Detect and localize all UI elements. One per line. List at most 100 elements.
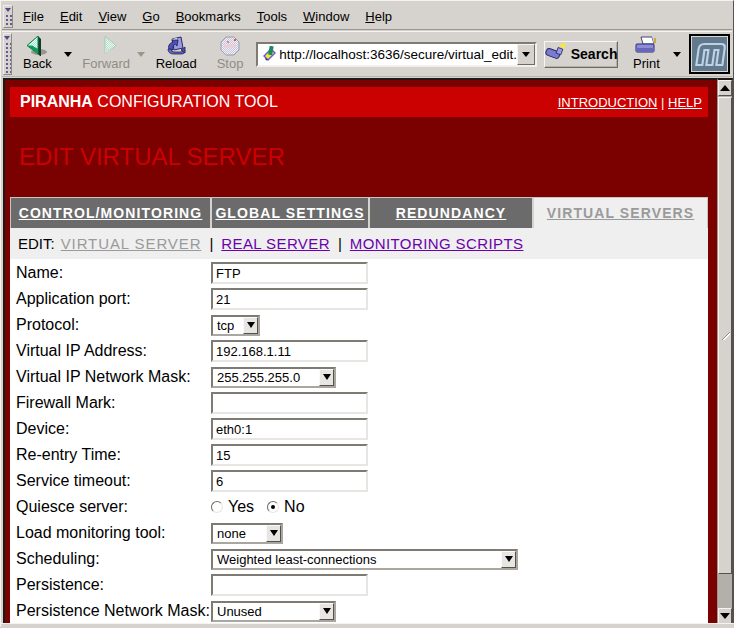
radio-group-quiesce-server: Yes No [211,498,318,516]
label-persistence-network-mask: Persistence Network Mask: [16,602,211,620]
subnav-link-monitoring-scripts[interactable]: MONITORING SCRIPTS [350,235,524,252]
mozilla-logo-button[interactable] [689,34,730,74]
tab-redundancy[interactable]: REDUNDANCY [370,198,534,228]
menubar-grip-handle[interactable] [3,5,13,28]
radio-circle-yes[interactable] [211,501,223,513]
menu-view[interactable]: View [90,5,134,28]
label-persistence: Persistence: [16,576,211,594]
label-device: Device: [16,420,211,438]
back-button[interactable]: Back [17,33,57,75]
select-scheduling[interactable]: Weighted least-connections [211,549,518,570]
stop-icon [220,36,240,56]
url-bar[interactable]: http://localhost:3636/secure/virtual_edi… [256,42,537,67]
select-arrow-load-monitoring-tool[interactable] [266,525,281,542]
label-virtual-ip-address: Virtual IP Address: [16,342,211,360]
select-arrow-persistence-network-mask[interactable] [319,603,334,620]
menu-edit[interactable]: Edit [52,5,90,28]
scroll-up-button[interactable] [718,80,732,96]
toolbar-grip-handle[interactable] [3,33,12,75]
search-icon [545,43,569,65]
form-row-re-entry-time: Re-entry Time:15 [16,442,708,468]
menu-go[interactable]: Go [134,5,167,28]
form-row-virtual-ip-network-mask: Virtual IP Network Mask:255.255.255.0 [16,364,708,390]
select-arrow-protocol[interactable] [243,317,258,334]
forward-button[interactable]: Forward [80,33,133,75]
radio-label-yes: Yes [228,498,254,516]
select-value-load-monitoring-tool: none [213,525,266,542]
radio-quiesce-server-yes[interactable]: Yes [211,498,254,516]
label-firewall-mark: Firewall Mark: [16,394,211,412]
bookmark-icon [258,46,279,62]
label-application-port: Application port: [16,290,211,308]
navigation-toolbar: Back Forward [2,31,732,77]
input-persistence[interactable] [211,574,368,596]
form-row-firewall-mark: Firewall Mark: [16,390,708,416]
select-virtual-ip-network-mask[interactable]: 255.255.255.0 [211,367,336,388]
page-banner: EDIT VIRTUAL SERVER [10,117,708,197]
select-value-scheduling: Weighted least-connections [213,551,501,568]
back-dropdown-arrow[interactable] [64,52,72,57]
select-value-protocol: tcp [213,317,243,334]
virtual-server-form: Name:FTPApplication port:21Protocol:tcpV… [10,259,708,623]
tab-control-monitoring[interactable]: CONTROL/MONITORING [11,198,212,228]
label-scheduling: Scheduling: [16,550,211,568]
label-service-timeout: Service timeout: [16,472,211,490]
menu-tools[interactable]: Tools [249,5,295,28]
print-dropdown-arrow[interactable] [673,52,681,57]
form-row-protocol: Protocol:tcp [16,312,708,338]
subnav-current-virtual-server: VIRTUAL SERVER [61,235,202,252]
menu-window[interactable]: Window [295,5,357,28]
vertical-scrollbar[interactable] [717,78,733,624]
subnav-link-real-server[interactable]: REAL SERVER [221,235,330,252]
select-load-monitoring-tool[interactable]: none [211,523,283,544]
stop-button-label: Stop [217,57,244,71]
page-viewport: PIRANHA CONFIGURATION TOOL INTRODUCTION … [3,78,717,623]
help-link[interactable]: HELP [668,95,702,110]
input-device[interactable]: eth0:1 [211,418,368,440]
select-persistence-network-mask[interactable]: Unused [211,601,336,622]
scroll-down-button[interactable] [718,608,732,624]
form-row-scheduling: Scheduling:Weighted least-connections [16,546,708,572]
form-row-name: Name:FTP [16,260,708,286]
reload-icon [164,36,188,56]
form-row-service-timeout: Service timeout:6 [16,468,708,494]
stop-button[interactable]: Stop [210,33,250,75]
label-re-entry-time: Re-entry Time: [16,446,211,464]
form-row-application-port: Application port:21 [16,286,708,312]
radio-quiesce-server-no[interactable]: No [267,498,304,516]
window-bottom-frame [1,623,734,628]
print-button[interactable]: Print [628,33,665,75]
select-value-persistence-network-mask: Unused [213,603,319,620]
label-protocol: Protocol: [16,316,211,334]
tab-bar: CONTROL/MONITORINGGLOBAL SETTINGSREDUNDA… [10,197,708,228]
scroll-down-icon [720,613,730,619]
url-dropdown-button[interactable] [517,44,535,65]
tab-virtual-servers[interactable]: VIRTUAL SERVERS [534,198,707,228]
page-title: EDIT VIRTUAL SERVER [19,143,285,171]
input-application-port[interactable]: 21 [211,288,368,310]
menu-help[interactable]: Help [357,5,400,28]
scrollbar-thumb[interactable] [718,97,732,574]
menu-file[interactable]: File [15,5,52,28]
forward-dropdown-arrow[interactable] [137,52,145,57]
select-arrow-virtual-ip-network-mask[interactable] [319,369,334,386]
piranha-header: PIRANHA CONFIGURATION TOOL INTRODUCTION … [10,87,708,117]
reload-button[interactable]: Reload [151,33,202,75]
input-firewall-mark[interactable] [211,392,368,414]
input-service-timeout[interactable]: 6 [211,470,368,492]
select-arrow-scheduling[interactable] [501,551,516,568]
search-button[interactable]: Search [544,41,618,68]
tab-global-settings[interactable]: GLOBAL SETTINGS [212,198,370,228]
input-name[interactable]: FTP [211,262,368,284]
search-button-label: Search [571,46,618,62]
input-virtual-ip-address[interactable]: 192.168.1.11 [211,340,368,362]
url-input[interactable]: http://localhost:3636/secure/virtual_edi… [279,47,517,62]
subnav-bar: EDIT: VIRTUAL SERVER | REAL SERVER | MON… [10,228,708,259]
select-protocol[interactable]: tcp [211,315,260,336]
introduction-link[interactable]: INTRODUCTION [558,95,658,110]
label-virtual-ip-network-mask: Virtual IP Network Mask: [16,368,211,386]
select-value-virtual-ip-network-mask: 255.255.255.0 [213,369,319,386]
radio-circle-no[interactable] [267,501,279,513]
input-re-entry-time[interactable]: 15 [211,444,368,466]
menu-bookmarks[interactable]: Bookmarks [168,5,249,28]
